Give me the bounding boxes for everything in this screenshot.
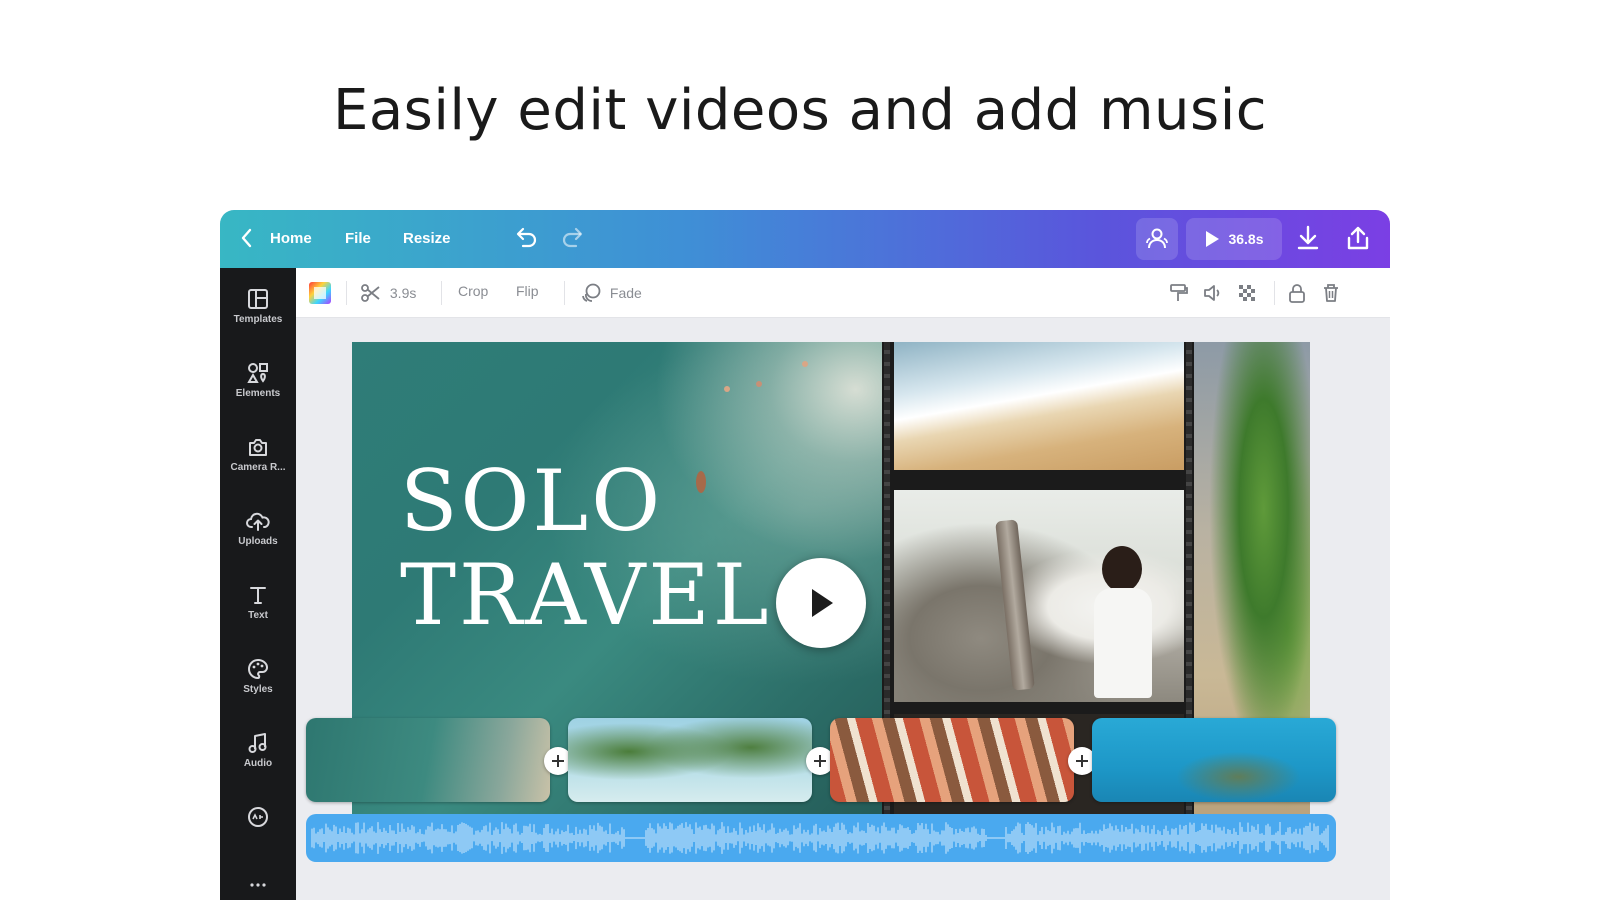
back-chevron-icon[interactable]	[240, 226, 254, 255]
sidebar-item-styles[interactable]: Styles	[220, 646, 296, 716]
timeline-clip-turtle[interactable]	[1092, 718, 1336, 802]
design-title[interactable]: SOLO TRAVEL	[400, 454, 772, 642]
timeline-clip-ocean[interactable]	[306, 718, 550, 802]
download-icon[interactable]	[1295, 224, 1321, 257]
present-button[interactable]: 36.8s	[1186, 218, 1282, 260]
timeline-clip-seafood[interactable]	[830, 718, 1074, 802]
plus-icon	[552, 755, 564, 767]
sidebar-item-label: Styles	[243, 684, 273, 695]
resize-button[interactable]: Resize	[403, 230, 451, 247]
title-line-2: TRAVEL	[400, 546, 772, 644]
play-video-button[interactable]	[776, 558, 866, 648]
timeline-clip-palms[interactable]	[568, 718, 812, 802]
sidebar-item-label: Templates	[233, 314, 283, 325]
top-bar: Home File Resize 36.8s	[220, 210, 1390, 268]
context-toolbar: 3.9s Crop Flip Fade	[296, 268, 1390, 318]
trash-icon[interactable]	[1320, 282, 1342, 307]
clip-duration: 3.9s	[389, 285, 417, 301]
sidebar-item-text[interactable]: Text	[220, 572, 296, 642]
lock-icon[interactable]	[1286, 282, 1308, 307]
woman-driftwood-photo[interactable]	[894, 490, 1184, 702]
sidebar-item-label: Audio	[243, 758, 273, 769]
more-dots-icon	[250, 883, 266, 887]
plus-icon	[814, 755, 826, 767]
sidebar-item-overflow[interactable]	[220, 868, 296, 900]
audio-track[interactable]	[306, 814, 1336, 862]
sidebar-item-elements[interactable]: Elements	[220, 350, 296, 420]
crop-button[interactable]: Crop	[458, 283, 488, 299]
plus-icon	[1076, 755, 1088, 767]
text-icon	[250, 587, 266, 604]
audio-waveform	[311, 822, 1329, 854]
transparency-icon[interactable]	[1236, 282, 1258, 307]
editor-window: Home File Resize 36.8s Templates Element…	[220, 210, 1390, 900]
paint-format-icon[interactable]	[1168, 282, 1190, 307]
home-button[interactable]: Home	[270, 230, 312, 247]
sidebar-item-label: Camera R...	[230, 462, 286, 473]
sidebar-item-label: Text	[248, 610, 268, 621]
audio-icon	[248, 733, 267, 753]
sidebar-item-label: Uploads	[238, 536, 278, 547]
people-icon	[1146, 228, 1168, 249]
uploads-icon	[246, 512, 270, 531]
sidebar-item-label: Elements	[235, 388, 281, 399]
sidebar: Templates Elements Camera R... Uploads T…	[220, 268, 296, 900]
templates-icon	[248, 289, 268, 309]
styles-icon	[248, 658, 269, 680]
headline: Easily edit videos and add music	[332, 78, 1268, 143]
sidebar-item-audio[interactable]: Audio	[220, 720, 296, 790]
title-line-1: SOLO	[400, 452, 664, 550]
color-palette-icon	[309, 282, 331, 304]
color-swatch-button[interactable]	[308, 281, 332, 308]
fade-label: Fade	[609, 285, 642, 301]
play-icon	[1206, 231, 1220, 247]
more-apps-icon	[248, 807, 268, 827]
scissors-icon	[361, 284, 380, 302]
fade-icon	[582, 283, 601, 302]
camera-roll-icon	[249, 439, 267, 456]
beach-waves-photo[interactable]	[894, 342, 1184, 470]
sidebar-item-uploads[interactable]: Uploads	[220, 498, 296, 568]
timeline	[306, 718, 1336, 868]
play-icon	[812, 589, 833, 617]
collaborate-button[interactable]	[1136, 218, 1178, 260]
sidebar-item-more[interactable]	[220, 794, 296, 864]
fade-button[interactable]: Fade	[580, 282, 642, 304]
sidebar-item-camera-roll[interactable]: Camera R...	[220, 424, 296, 494]
volume-icon[interactable]	[1202, 282, 1224, 307]
file-menu-button[interactable]: File	[345, 230, 371, 247]
video-duration: 36.8s	[1228, 231, 1264, 247]
undo-icon[interactable]	[513, 226, 539, 255]
elements-icon	[247, 363, 268, 383]
split-clip-button[interactable]: 3.9s	[360, 282, 416, 304]
redo-icon[interactable]	[560, 226, 586, 255]
sidebar-item-templates[interactable]: Templates	[220, 276, 296, 346]
flip-button[interactable]: Flip	[516, 283, 539, 299]
share-icon[interactable]	[1345, 224, 1371, 257]
